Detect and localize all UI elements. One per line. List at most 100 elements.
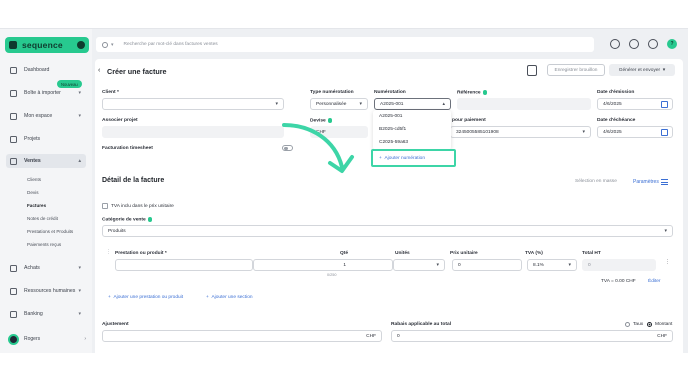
row-menu-icon[interactable]: ⋮ xyxy=(665,260,670,265)
amount-label: Montant xyxy=(655,322,673,327)
annotation-arrow-icon xyxy=(282,123,354,173)
topbar: ▾ Recherche par mot-clé dans factures ve… xyxy=(92,29,688,61)
edit-link[interactable]: Éditer xyxy=(648,279,661,284)
save-draft-button[interactable]: Enregistrer brouillon xyxy=(547,64,605,76)
emission-date-label: Date d'émission xyxy=(597,90,635,95)
sidebar-item-purchases[interactable]: Achats ▾ xyxy=(6,261,86,275)
numbering-dropdown: A2025-001 B2025-cd5f1 C2025-59a63 xyxy=(373,110,451,150)
settings-button[interactable]: Paramètres xyxy=(633,179,659,185)
chevron-down-icon[interactable]: ▾ xyxy=(111,42,114,48)
calendar-icon[interactable] xyxy=(661,101,668,108)
due-date-label: Date d'échéance xyxy=(597,118,636,123)
sidebar-item-sales[interactable]: Ventes ▴ xyxy=(6,154,86,168)
avatar xyxy=(8,333,19,345)
project-label: Associer projet xyxy=(102,118,138,123)
sidebar-item-dashboard[interactable]: Dashboard xyxy=(6,63,86,77)
clock-icon[interactable] xyxy=(629,39,639,49)
bank-icon xyxy=(10,310,17,318)
rate-radio[interactable] xyxy=(625,322,630,327)
sales-icon xyxy=(10,157,17,165)
help-icon[interactable]: ? xyxy=(667,39,677,49)
reference-label-text: Référence xyxy=(457,90,481,96)
numbering-select[interactable]: A2025-001 ▴ xyxy=(374,98,451,110)
total-value: 0 xyxy=(588,262,591,268)
vat-included-label: TVA inclu dans le prix unitaire xyxy=(111,204,174,209)
qty-input[interactable]: 1 xyxy=(253,259,393,271)
add-item-label: Ajouter une prestation ou produit xyxy=(113,295,184,300)
sidebar-item-label: Boîte à importer xyxy=(24,90,61,96)
units-select[interactable]: ▾ xyxy=(393,259,445,271)
add-numbering-button[interactable]: + Ajouter numération xyxy=(371,149,456,167)
chevron-down-icon: ▾ xyxy=(664,228,667,234)
generate-send-button[interactable]: Générer et envoyer ▾ xyxy=(609,64,675,76)
workspace-menu-icon[interactable] xyxy=(77,41,85,49)
numbering-value: A2025-001 xyxy=(380,101,404,107)
amount-radio[interactable] xyxy=(647,322,652,327)
sidebar-item-my-space[interactable]: Mon espace ▾ xyxy=(6,109,86,123)
dropdown-option[interactable]: A2025-001 xyxy=(379,114,402,119)
discount-currency: CHF xyxy=(657,333,667,339)
discount-input[interactable]: 0 CHF xyxy=(391,330,673,342)
vat-select[interactable]: 8.1% ▾ xyxy=(527,259,577,271)
inbox-icon xyxy=(10,89,17,97)
user-menu[interactable]: Rogers › xyxy=(8,332,86,346)
totals-card: Ajustement CHF Rabais applicable au tota… xyxy=(95,317,683,353)
emission-date-value: 4/6/2025 xyxy=(603,101,622,107)
add-item-link[interactable]: + Ajouter une prestation ou produit xyxy=(108,295,183,300)
brand-name: sequence xyxy=(22,40,63,50)
add-icon[interactable] xyxy=(610,39,620,49)
brand-logo[interactable]: sequence xyxy=(5,37,89,53)
sidebar-item-banking[interactable]: Banking ▾ xyxy=(6,307,86,321)
mass-select-button[interactable]: Sélection en masse xyxy=(575,179,617,184)
sidebar-subitem-services[interactable]: Prestations et Produits xyxy=(27,229,73,234)
chevron-up-icon: ▴ xyxy=(78,158,81,164)
discount-label: Rabais applicable au total xyxy=(391,322,452,327)
sidebar-subitem-payments[interactable]: Paiements reçus xyxy=(27,242,61,247)
people-icon xyxy=(10,287,17,295)
vat-value: 8.1% xyxy=(533,262,544,268)
numbering-label: Numérotation xyxy=(374,90,406,95)
adjust-label: Ajustement xyxy=(102,322,129,327)
bell-icon[interactable] xyxy=(648,39,658,49)
payment-select[interactable]: 3245005585101908 ▾ xyxy=(450,126,591,138)
sidebar-item-hr[interactable]: Ressources humaines ▾ xyxy=(6,284,86,298)
sidebar-subitem-clients[interactable]: Clients xyxy=(27,177,41,182)
rate-label: Taux xyxy=(633,322,644,327)
col-qty: Qté xyxy=(340,251,348,256)
sidebar-subitem-credit-notes[interactable]: Notes de crédit xyxy=(27,216,58,221)
user-name: Rogers xyxy=(24,336,41,342)
vat-included-checkbox[interactable] xyxy=(102,203,108,209)
calendar-icon[interactable] xyxy=(661,129,668,136)
client-select[interactable]: ▾ xyxy=(102,98,284,110)
sidebar-item-label: Banking xyxy=(24,311,43,317)
menu-icon[interactable] xyxy=(661,179,668,185)
document-icon[interactable] xyxy=(527,65,537,76)
sidebar-subitem-quotes[interactable]: Devis xyxy=(27,190,39,195)
category-select[interactable]: Produits ▾ xyxy=(102,225,673,237)
bag-icon xyxy=(10,264,17,272)
due-date-input[interactable]: 4/6/2025 xyxy=(597,126,673,138)
project-select[interactable] xyxy=(102,126,284,138)
adjust-input[interactable]: CHF xyxy=(102,330,382,342)
product-input[interactable] xyxy=(115,259,253,271)
category-value: Produits xyxy=(108,228,126,234)
add-section-link[interactable]: + Ajouter une section xyxy=(206,295,253,300)
emission-date-input[interactable]: 4/6/2025 xyxy=(597,98,673,110)
sidebar-item-label: Ventes xyxy=(24,158,41,164)
unit-price-value: 0 xyxy=(458,262,461,268)
unit-price-input[interactable]: 0 xyxy=(452,259,522,271)
dropdown-option[interactable]: C2025-59a63 xyxy=(379,140,408,145)
client-label: Client * xyxy=(102,90,119,95)
sidebar-subitem-invoices[interactable]: Factures xyxy=(27,203,46,208)
sidebar-item-projects[interactable]: Projets xyxy=(6,132,86,146)
reference-input[interactable] xyxy=(457,98,591,110)
search-input[interactable]: ▾ Recherche par mot-clé dans factures ve… xyxy=(96,37,594,52)
sidebar-item-inbox[interactable]: Boîte à importer ▾ xyxy=(6,86,86,100)
chevron-down-icon: ▾ xyxy=(568,262,571,268)
drag-handle-icon[interactable]: ⋮ xyxy=(106,250,111,255)
checkbox-icon xyxy=(10,135,17,143)
back-arrow-icon[interactable]: ‹ xyxy=(98,67,100,74)
numbering-type-select[interactable]: Personnalisée ▾ xyxy=(310,98,368,110)
dropdown-option[interactable]: B2025-cd5f1 xyxy=(379,127,406,132)
sidebar-item-label: Ressources humaines xyxy=(24,288,76,294)
